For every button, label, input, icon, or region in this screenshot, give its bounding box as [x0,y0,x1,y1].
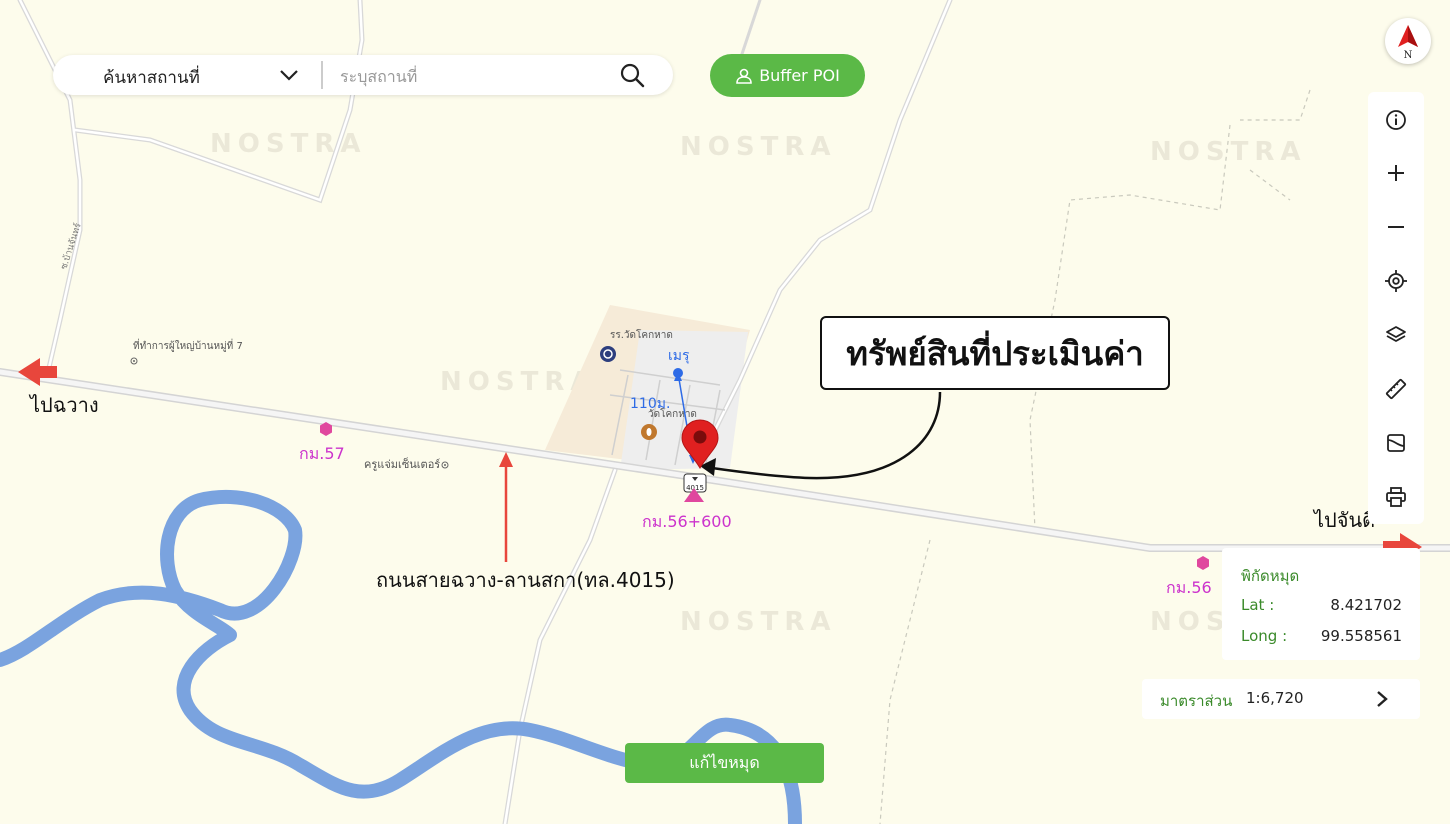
chevron-down-icon[interactable] [278,65,300,85]
coordinate-panel: พิกัดหมุด Lat : 8.421702 Long : 99.55856… [1222,548,1420,660]
map-type-icon[interactable] [1382,429,1410,457]
buffer-poi-label: Buffer POI [759,66,840,85]
school-icon[interactable] [600,346,616,362]
compass-button[interactable]: N [1385,18,1431,64]
north-arrow-icon: N [1398,25,1418,61]
long-label: Long : [1241,627,1288,645]
ruler-icon[interactable] [1382,375,1410,403]
direction-left-label: ไปฉวาง [28,393,99,417]
coordinate-title: พิกัดหมุด [1241,567,1300,585]
search-bar: ค้นหาสถานที่ [53,55,673,95]
locate-icon[interactable] [1382,267,1410,295]
zoom-in-icon[interactable] [1382,159,1410,187]
km-57-label: กม.57 [299,444,345,463]
scale-panel[interactable]: มาตราส่วน 1:6,720 [1142,679,1420,719]
search-category-select[interactable]: ค้นหาสถานที่ [103,64,200,91]
info-icon[interactable] [1382,106,1410,134]
user-pin-icon [736,68,752,84]
buffer-poi-button[interactable]: Buffer POI [710,54,865,97]
chevron-right-icon[interactable] [1372,689,1392,709]
km-56-600-label: กม.56+600 [642,512,732,531]
search-divider [321,61,323,89]
temple-icon[interactable] [641,424,657,440]
svg-text:N: N [1404,50,1413,61]
search-input[interactable] [338,61,612,91]
road-label: ถนนสายฉวาง-ลานสกา(ทล.4015) [376,568,675,592]
map-toolbar [1368,92,1424,524]
poi-school-label: รร.วัดโคกหาด [610,328,673,341]
lat-label: Lat : [1241,596,1275,614]
distance-label: 110ม. [630,396,670,412]
poi-village-head-label: ที่ทำการผู้ใหญ่บ้านหมู่ที่ 7 [133,338,243,352]
scale-value: 1:6,720 [1246,689,1304,707]
km-56-label: กม.56 [1166,578,1212,597]
watermark: NOSTRA [680,607,836,637]
poi-shop-label: ครูแจ่มเซ็นเตอร์ [364,457,440,471]
edit-pin-button[interactable]: แก้ไขหมุด [625,743,824,783]
print-icon[interactable] [1382,483,1410,511]
zoom-out-icon[interactable] [1382,213,1410,241]
long-value: 99.558561 [1320,627,1402,645]
watermark: NOSTRA [680,132,836,162]
meru-label: เมรุ [668,348,690,364]
road-shield-icon: 4015 [683,473,707,493]
lat-value: 8.421702 [1330,596,1402,614]
asset-callout: ทรัพย์สินที่ประเมินค่า [820,316,1170,390]
direction-right-label: ไปจันดี [1312,508,1375,532]
layers-icon[interactable] [1382,321,1410,349]
search-icon[interactable] [619,62,645,88]
scale-label: มาตราส่วน [1160,692,1233,710]
